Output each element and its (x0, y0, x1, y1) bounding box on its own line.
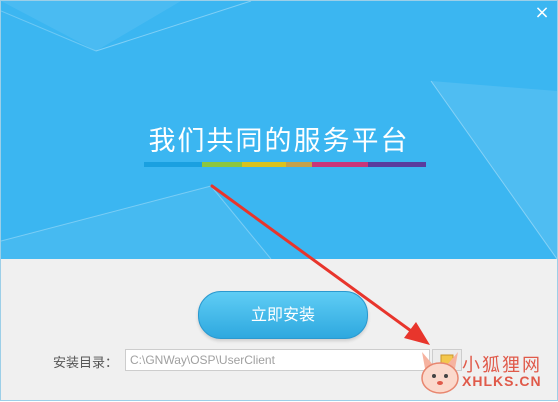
stripe-segment (174, 162, 202, 167)
banner-title: 我们共同的服务平台 (148, 126, 410, 157)
color-stripe (144, 162, 426, 167)
stripe-segment (312, 162, 368, 167)
install-now-button[interactable]: 立即安装 (198, 291, 368, 339)
stripe-segment (202, 162, 242, 167)
installer-window: × 我们共同的服务平台 (0, 0, 558, 401)
stripe-segment (242, 162, 286, 167)
install-directory-field[interactable] (125, 349, 430, 371)
banner: × 我们共同的服务平台 (1, 1, 557, 259)
stripe-segment (286, 162, 312, 167)
install-directory-label: 安装目录： (53, 356, 119, 371)
close-button[interactable]: × (533, 4, 551, 22)
stripe-segment (144, 162, 174, 167)
close-icon: × (534, 2, 550, 23)
watermark-text-en: XHLKS.CN (462, 373, 542, 389)
stripe-segment (368, 162, 426, 167)
fox-logo-icon (421, 352, 459, 394)
